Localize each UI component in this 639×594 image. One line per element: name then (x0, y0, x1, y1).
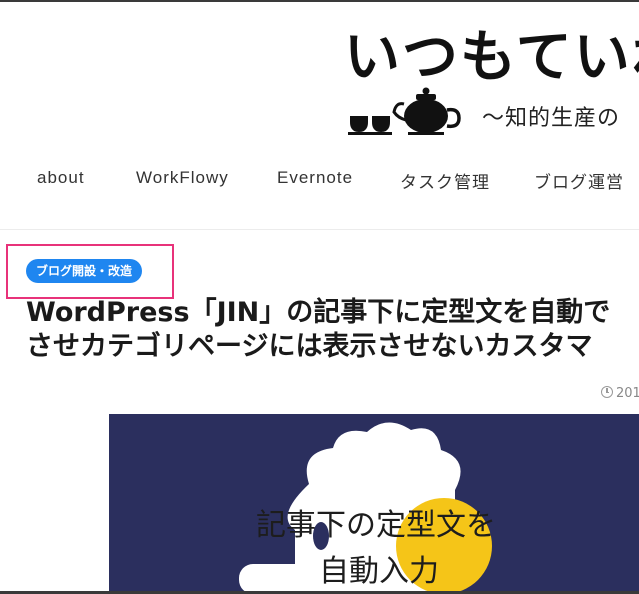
nav-item-workflowy[interactable]: WorkFlowy (136, 168, 229, 188)
nav-item-about[interactable]: about (37, 168, 85, 188)
main-nav: about WorkFlowy Evernote タスク管理 ブログ運営 (0, 160, 639, 200)
post-date: 201 (601, 386, 639, 404)
clock-icon (601, 386, 613, 398)
hero-text-line-1: 記事下の定型文を (256, 508, 496, 543)
post-title-line-2: させカテゴリページには表示させないカスタマ (26, 331, 593, 362)
nav-item-evernote[interactable]: Evernote (277, 168, 353, 188)
category-badge[interactable]: ブログ開設・改造 (26, 259, 143, 283)
post-title-line-1: WordPress「JIN」の記事下に定型文を自動で (26, 297, 611, 328)
nav-item-task-management[interactable]: タスク管理 (400, 168, 490, 193)
site-logo-subtitle: 〜知的生産の (482, 106, 621, 131)
post-title: WordPress「JIN」の記事下に定型文を自動で させカテゴリページには表示… (26, 296, 639, 364)
nav-item-blog-operation[interactable]: ブログ運営 (534, 168, 624, 193)
site-logo-link[interactable]: いつもていね 〜知的生産の (340, 8, 639, 138)
site-logo-title: いつもていね (344, 25, 639, 90)
featured-image: 記事下の定型文を 自動入力 (109, 414, 639, 594)
hero-text-line-2: 自動入力 (319, 554, 439, 589)
teapot-icon (348, 87, 461, 135)
nav-divider (0, 229, 639, 230)
post-date-text: 201 (616, 386, 639, 401)
window-top-border (0, 0, 639, 2)
